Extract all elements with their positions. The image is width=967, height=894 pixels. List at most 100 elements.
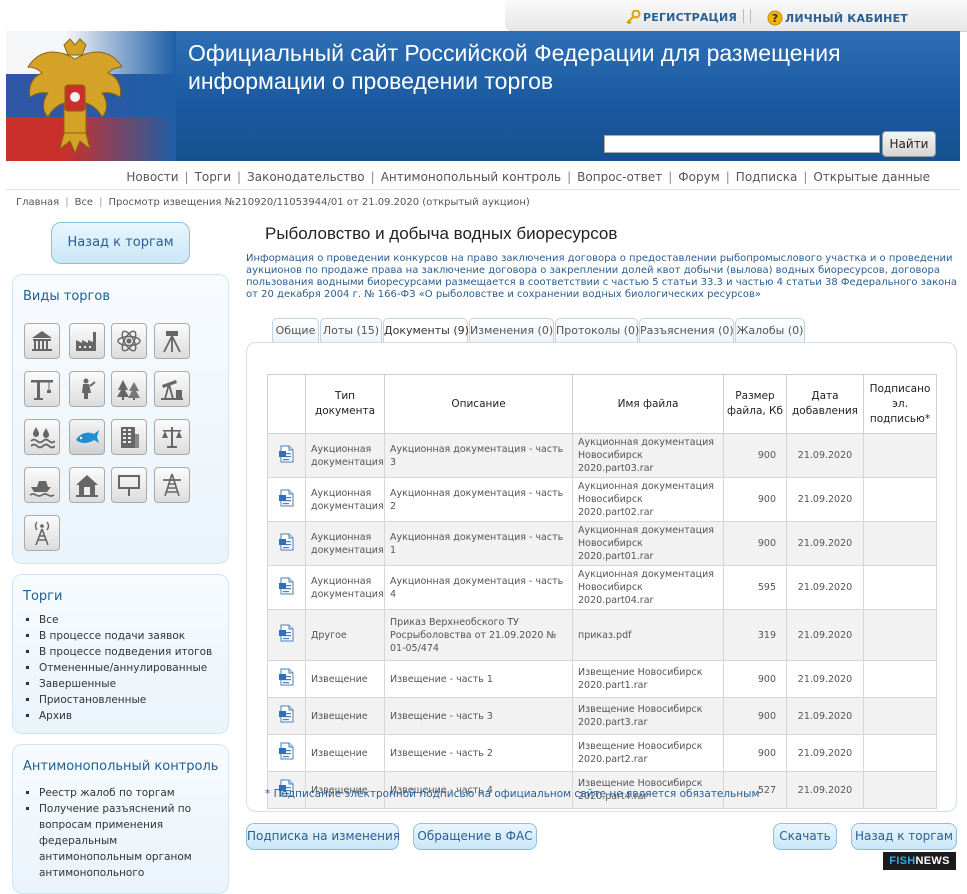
tab-lots[interactable]: Лоты (15) <box>320 318 382 342</box>
cell-doc-type: Аукционная документация <box>305 521 385 566</box>
cell-date-added: 21.09.2020 <box>786 433 864 478</box>
fas-appeal-button[interactable]: Обращение в ФАС <box>413 823 537 850</box>
apartment-building-icon[interactable] <box>111 419 147 455</box>
oil-pump-icon[interactable] <box>154 371 190 407</box>
cell-file-name[interactable]: Аукционная документация Новосибирск 2020… <box>572 521 724 566</box>
nav-antimonopoly[interactable]: Антимонопольный контроль <box>381 170 561 184</box>
documents-table: Тип документа Описание Имя файла Размер … <box>267 374 937 809</box>
document-icon[interactable] <box>278 705 295 723</box>
cell-icon[interactable] <box>267 734 306 772</box>
cell-doc-type: Извещение <box>305 734 385 772</box>
cell-icon[interactable] <box>267 660 306 698</box>
table-row: Извещение Извещение - часть 2 Извещение Но… <box>267 734 937 772</box>
page-description: Информация о проведении конкурсов на пра… <box>246 253 957 300</box>
table-row: Извещение Извещение - часть 3 Извещение Но… <box>267 697 937 735</box>
document-icon[interactable] <box>278 668 295 686</box>
cell-icon[interactable] <box>267 433 306 478</box>
cell-file-name[interactable]: Аукционная документация Новосибирск 2020… <box>572 477 724 522</box>
breadcrumb: Главная | Все | Просмотр извещения №210920/1… <box>16 197 530 208</box>
house-icon[interactable] <box>69 467 105 503</box>
cell-signed <box>863 521 937 566</box>
antimonopoly-item-complaints[interactable]: Реестр жалоб по торгам <box>39 785 197 801</box>
cell-icon[interactable] <box>267 609 306 661</box>
download-button[interactable]: Скачать <box>773 823 837 850</box>
tab-changes[interactable]: Изменения (0) <box>469 318 554 342</box>
torgi-item-finished[interactable]: Завершенные <box>39 676 212 692</box>
antimonopoly-item-clarifications[interactable]: Получение разъяснений по вопросам примен… <box>39 801 197 881</box>
back-to-torgi-button[interactable]: Назад к торгам <box>51 222 190 264</box>
power-tower-icon[interactable] <box>154 467 190 503</box>
forest-icon[interactable] <box>111 371 147 407</box>
document-icon[interactable] <box>278 624 295 642</box>
cabinet-link[interactable]: ? ЛИЧНЫЙ КАБИНЕТ <box>767 10 908 26</box>
cell-file-name[interactable]: Аукционная документация Новосибирск 2020… <box>572 433 724 478</box>
cell-file-name[interactable]: приказ.pdf <box>572 609 724 661</box>
nav-faq[interactable]: Вопрос-ответ <box>577 170 662 184</box>
document-icon[interactable] <box>278 533 295 551</box>
boat-icon[interactable] <box>24 467 60 503</box>
water-icon[interactable] <box>24 419 60 455</box>
cell-file-name[interactable]: Извещение Новосибирск 2020.part1.rar <box>572 660 724 698</box>
nav-news[interactable]: Новости <box>126 170 178 184</box>
cell-icon[interactable] <box>267 565 306 610</box>
cell-file-name[interactable]: Аукционная документация Новосибирск 2020… <box>572 565 724 610</box>
cell-file-name[interactable]: Извещение Новосибирск 2020.part3.rar <box>572 697 724 735</box>
nav-torgi[interactable]: Торги <box>195 170 231 184</box>
document-icon[interactable] <box>278 742 295 760</box>
cell-description: Извещение - часть 2 <box>384 734 573 772</box>
fishnews-watermark: FISHNEWS <box>883 852 956 870</box>
search-button[interactable]: Найти <box>882 131 936 157</box>
tab-documents[interactable]: Документы (9) <box>383 318 469 343</box>
radio-tower-icon[interactable] <box>24 515 60 551</box>
monument-icon[interactable] <box>69 371 105 407</box>
torgi-item-cancelled[interactable]: Отмененные/аннулированные <box>39 660 212 676</box>
cell-file-name[interactable]: Извещение Новосибирск 2020.part2.rar <box>572 734 724 772</box>
cell-file-size: 900 <box>723 697 787 735</box>
document-icon[interactable] <box>278 445 295 463</box>
cell-signed <box>863 771 937 809</box>
tab-clarifications[interactable]: Разъяснения (0) <box>639 318 734 342</box>
nav-forum[interactable]: Форум <box>678 170 719 184</box>
nav-open-data[interactable]: Открытые данные <box>813 170 930 184</box>
cell-icon[interactable] <box>267 477 306 522</box>
justice-scales-icon[interactable] <box>154 419 190 455</box>
cell-icon[interactable] <box>267 697 306 735</box>
coat-of-arms-icon <box>27 38 123 155</box>
tab-general[interactable]: Общие <box>272 318 319 342</box>
torgi-item-results[interactable]: В процессе подведения итогов <box>39 644 212 660</box>
government-building-icon[interactable] <box>24 323 60 359</box>
breadcrumb-home[interactable]: Главная <box>16 197 59 208</box>
question-circle-icon: ? <box>767 10 783 26</box>
crane-icon[interactable] <box>24 371 60 407</box>
cell-description: Аукционная документация - часть 2 <box>384 477 573 522</box>
cell-icon[interactable] <box>267 521 306 566</box>
page-title: Рыболовство и добыча водных биоресурсов <box>265 224 618 243</box>
tab-complaints[interactable]: Жалобы (0) <box>735 318 805 342</box>
billboard-icon[interactable] <box>111 467 147 503</box>
nav-divider <box>6 189 960 190</box>
subscribe-changes-button[interactable]: Подписка на изменения <box>246 823 400 850</box>
torgi-item-all[interactable]: Все <box>39 612 212 628</box>
torgi-item-suspended[interactable]: Приостановленные <box>39 692 212 708</box>
cell-date-added: 21.09.2020 <box>786 734 864 772</box>
breadcrumb-all[interactable]: Все <box>75 197 94 208</box>
atom-icon[interactable] <box>111 323 147 359</box>
cell-description: Аукционная документация - часть 3 <box>384 433 573 478</box>
table-header-row: Тип документа Описание Имя файла Размер … <box>267 374 937 434</box>
document-icon[interactable] <box>278 577 295 595</box>
factory-icon[interactable] <box>69 323 105 359</box>
back-to-torgi-bottom-button[interactable]: Назад к торгам <box>851 823 957 850</box>
fish-icon[interactable] <box>69 419 105 455</box>
search-input[interactable] <box>604 135 880 153</box>
torgi-item-applying[interactable]: В процессе подачи заявок <box>39 628 212 644</box>
nav-subscription[interactable]: Подписка <box>736 170 798 184</box>
registration-link[interactable]: РЕГИСТРАЦИЯ <box>625 9 737 25</box>
torgi-item-archive[interactable]: Архив <box>39 708 212 724</box>
document-icon[interactable] <box>278 489 295 507</box>
tab-protocols[interactable]: Протоколы (0) <box>555 318 639 342</box>
nav-legislation[interactable]: Законодательство <box>247 170 365 184</box>
site-title: Официальный сайт Российской Федерации дл… <box>188 39 868 95</box>
cell-file-size: 900 <box>723 660 787 698</box>
cell-signed <box>863 697 937 735</box>
surveying-tripod-icon[interactable] <box>154 323 190 359</box>
